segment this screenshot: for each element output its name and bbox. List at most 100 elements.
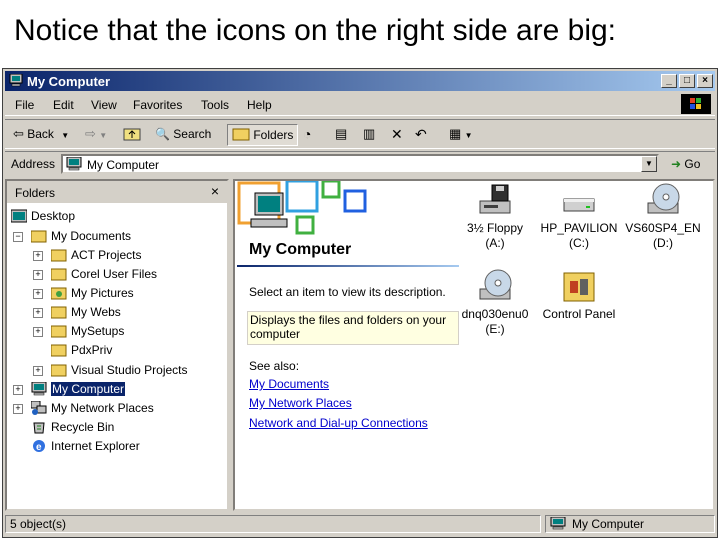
control-panel-item[interactable]: Control Panel bbox=[537, 269, 621, 322]
drive-floppy-a[interactable]: 3½ Floppy (A:) bbox=[453, 183, 537, 251]
folders-button[interactable]: Folders bbox=[227, 124, 299, 146]
tree-item-visual-studio-projects[interactable]: Visual Studio Projects bbox=[51, 361, 188, 379]
status-location-text: My Computer bbox=[572, 517, 645, 531]
back-label: Back bbox=[27, 127, 54, 141]
copy-to-button[interactable]: ▥ bbox=[363, 124, 375, 144]
address-dropdown-button[interactable]: ▼ bbox=[641, 156, 657, 172]
tree-item-my-webs[interactable]: My Webs bbox=[51, 303, 121, 321]
tree-item-my-computer[interactable]: My Computer bbox=[31, 380, 126, 398]
tree-label: My Pictures bbox=[71, 286, 134, 300]
my-computer-icon bbox=[9, 74, 23, 87]
standard-toolbar: ⇦ Back ▼ ⇨ ▼ 🔍 Search Folders ◔ ▤ ▥ ✕ ↶ … bbox=[5, 119, 715, 149]
drive-name: Control Panel bbox=[542, 307, 616, 321]
tree-label: Visual Studio Projects bbox=[71, 363, 188, 377]
views-icon: ▦ bbox=[449, 126, 462, 141]
history-button[interactable]: ◔ bbox=[303, 124, 311, 144]
expand-toggle[interactable]: + bbox=[13, 404, 23, 414]
svg-text:e: e bbox=[36, 442, 42, 453]
drive-letter: (C:) bbox=[569, 236, 589, 250]
internet-explorer-icon: e bbox=[33, 440, 45, 453]
address-input[interactable]: My Computer ▼ bbox=[61, 154, 659, 174]
go-button[interactable]: ➜ Go bbox=[671, 157, 700, 171]
go-label: Go bbox=[684, 157, 701, 171]
folders-pane-close-button[interactable]: × bbox=[211, 183, 219, 199]
back-button[interactable]: ⇦ Back ▼ bbox=[13, 124, 69, 144]
folder-icon bbox=[51, 268, 67, 281]
desktop-icon bbox=[11, 209, 27, 223]
my-computer-icon bbox=[31, 382, 47, 396]
tree-item-my-network-places[interactable]: My Network Places bbox=[31, 399, 154, 417]
drive-dnq030enu0-e[interactable]: dnq030enu0 (E:) bbox=[453, 269, 537, 337]
tree-item-pdxpriv[interactable]: PdxPriv bbox=[51, 341, 112, 359]
delete-button[interactable]: ✕ bbox=[391, 124, 403, 144]
status-object-count: 5 object(s) bbox=[5, 515, 541, 533]
undo-icon: ↶ bbox=[415, 126, 427, 142]
link-my-network-places[interactable]: My Network Places bbox=[249, 396, 352, 410]
drive-hp-pavilion-c[interactable]: HP_PAVILION (C:) bbox=[537, 183, 621, 251]
title-divider bbox=[237, 265, 459, 267]
folders-pane-title: Folders bbox=[15, 186, 56, 200]
link-my-documents[interactable]: My Documents bbox=[249, 377, 329, 391]
expand-toggle[interactable]: + bbox=[33, 366, 43, 376]
chevron-down-icon: ▼ bbox=[464, 131, 473, 140]
drive-letter: (D:) bbox=[653, 236, 673, 250]
expand-toggle[interactable]: + bbox=[33, 251, 43, 261]
tree-label: ACT Projects bbox=[71, 248, 142, 262]
tree-item-my-pictures[interactable]: My Pictures bbox=[51, 284, 134, 302]
menu-favorites[interactable]: Favorites bbox=[133, 98, 182, 112]
floppy-drive-icon bbox=[479, 184, 511, 214]
move-to-button[interactable]: ▤ bbox=[335, 124, 347, 144]
title-bar[interactable]: My Computer _ □ × bbox=[5, 71, 715, 91]
minimize-button[interactable]: _ bbox=[661, 74, 677, 88]
copy-to-icon: ▥ bbox=[363, 126, 376, 141]
tree-label: My Computer bbox=[51, 382, 126, 396]
undo-button[interactable]: ↶ bbox=[415, 124, 427, 144]
link-network-dialup[interactable]: Network and Dial-up Connections bbox=[249, 416, 428, 430]
folder-icon bbox=[51, 325, 67, 338]
tree-item-corel-user-files[interactable]: Corel User Files bbox=[51, 265, 157, 283]
my-computer-icon bbox=[550, 517, 566, 530]
description-box: Displays the files and folders on your c… bbox=[247, 311, 459, 345]
expand-toggle[interactable]: + bbox=[13, 385, 23, 395]
slide-caption: Notice that the icons on the right side … bbox=[14, 14, 617, 47]
tree-label: Corel User Files bbox=[71, 267, 158, 281]
menu-tools[interactable]: Tools bbox=[201, 98, 229, 112]
explorer-window: My Computer _ □ × File Edit View Favorit… bbox=[2, 68, 718, 538]
menu-edit[interactable]: Edit bbox=[53, 98, 74, 112]
expand-toggle[interactable]: + bbox=[33, 289, 43, 299]
tree-item-my-documents[interactable]: My Documents bbox=[31, 227, 131, 245]
collapse-toggle[interactable]: − bbox=[13, 232, 23, 242]
chevron-down-icon: ▼ bbox=[99, 131, 108, 140]
search-label: Search bbox=[173, 127, 212, 141]
expand-toggle[interactable]: + bbox=[33, 270, 43, 280]
menu-help[interactable]: Help bbox=[247, 98, 272, 112]
close-button[interactable]: × bbox=[697, 74, 713, 88]
drive-vs60sp4-d[interactable]: VS60SP4_EN (D:) bbox=[621, 183, 705, 251]
tree-label: Internet Explorer bbox=[51, 439, 140, 453]
menu-view[interactable]: View bbox=[91, 98, 117, 112]
tree-label: Recycle Bin bbox=[51, 420, 115, 434]
expand-toggle[interactable]: + bbox=[33, 327, 43, 337]
forward-button[interactable]: ⇨ ▼ bbox=[85, 124, 107, 144]
tree-item-recycle-bin[interactable]: Recycle Bin bbox=[31, 418, 114, 436]
drive-letter: (E:) bbox=[485, 322, 505, 336]
tree-label: PdxPriv bbox=[71, 343, 113, 357]
tree-item-mysetups[interactable]: MySetups bbox=[51, 322, 124, 340]
views-button[interactable]: ▦ ▼ bbox=[449, 124, 473, 144]
menu-file[interactable]: File bbox=[15, 98, 34, 112]
tree-item-act-projects[interactable]: ACT Projects bbox=[51, 246, 141, 264]
folders-icon bbox=[232, 128, 250, 141]
up-folder-button[interactable] bbox=[123, 124, 141, 144]
maximize-button[interactable]: □ bbox=[679, 74, 695, 88]
expand-toggle[interactable]: + bbox=[33, 308, 43, 318]
tree-item-desktop[interactable]: Desktop bbox=[11, 207, 75, 225]
status-location: My Computer bbox=[545, 515, 715, 533]
content-pane: My Computer Select an item to view its d… bbox=[233, 179, 715, 511]
content-title: My Computer bbox=[249, 241, 352, 258]
search-button[interactable]: 🔍 Search bbox=[155, 124, 211, 144]
tree-item-internet-explorer[interactable]: e Internet Explorer bbox=[31, 437, 140, 455]
forward-arrow-icon: ⇨ bbox=[85, 126, 96, 141]
tree-label: Desktop bbox=[31, 209, 76, 223]
address-bar: Address My Computer ▼ ➜ Go bbox=[5, 151, 715, 176]
up-folder-icon bbox=[123, 128, 141, 141]
